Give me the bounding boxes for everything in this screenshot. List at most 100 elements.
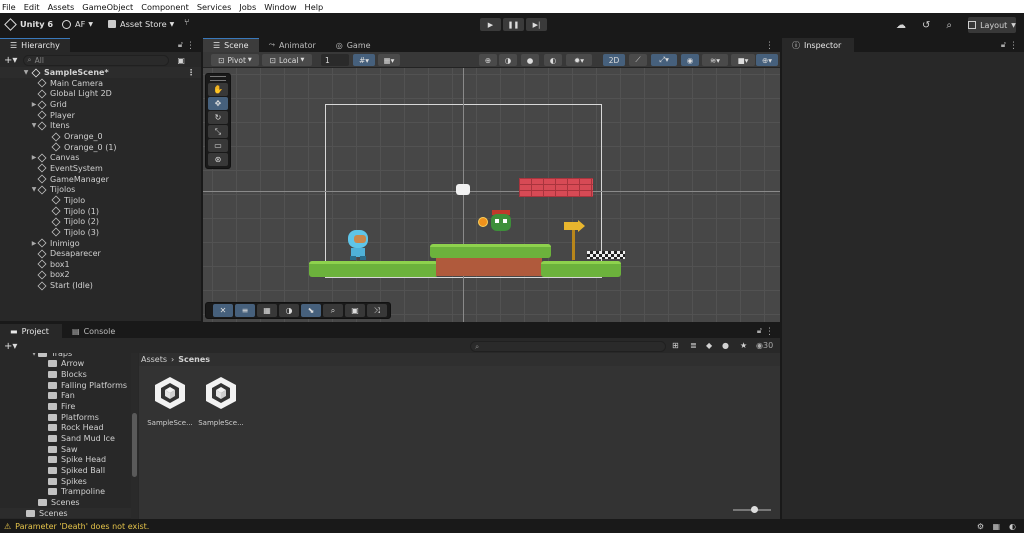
scene-header-row[interactable]: ▼ SampleScene* ⋮	[0, 67, 201, 78]
shaded-mode-button[interactable]: ◑	[499, 54, 517, 66]
asset-store-dropdown[interactable]: Asset Store ▼	[108, 19, 174, 29]
gizmo-tools-dropdown[interactable]: ⤢▾	[651, 54, 677, 66]
more-options-icon[interactable]: ⋮	[187, 68, 195, 77]
overlay-drag-handle[interactable]	[210, 76, 226, 81]
visibility-toggle[interactable]: ◉	[681, 54, 699, 66]
hierarchy-item[interactable]: box2	[0, 270, 70, 281]
lock-icon[interactable]: 🔓︎	[757, 326, 762, 336]
rotate-tool[interactable]: ↻	[208, 111, 228, 124]
status-bar[interactable]: ⚠ Parameter 'Death' does not exist. ⚙ ▦ …	[0, 519, 1024, 533]
expand-arrow-icon[interactable]: ▼	[30, 353, 38, 357]
filter-icon[interactable]: ●	[722, 341, 729, 350]
tile-tool-8[interactable]: ⤨	[367, 304, 387, 317]
hierarchy-item[interactable]: ▼ Tijolos	[0, 185, 75, 196]
more-options-icon[interactable]: ⋮	[765, 41, 774, 51]
breadcrumb-scenes[interactable]: Scenes	[178, 355, 210, 364]
tab-project[interactable]: ▬ Project	[0, 324, 62, 338]
move-tool[interactable]: ✥	[208, 97, 228, 110]
hierarchy-item[interactable]: Tijolo (2)	[0, 216, 99, 227]
cloud-icon[interactable]: ☁	[896, 20, 906, 31]
hierarchy-item[interactable]: Tijolo	[0, 195, 85, 206]
account-dropdown[interactable]: AF ▼	[62, 19, 93, 29]
tile-tool-7[interactable]: ▣	[345, 304, 365, 317]
hierarchy-item[interactable]: Orange_0	[0, 131, 103, 142]
version-control-icon[interactable]: ⑂	[184, 18, 189, 28]
project-tree-item[interactable]: Fan	[0, 391, 75, 402]
progress-icon[interactable]: ◐	[1009, 522, 1016, 531]
tile-tool-1[interactable]: ✕	[213, 304, 233, 317]
add-button[interactable]: +▾	[4, 55, 17, 66]
add-button[interactable]: +▾	[4, 341, 17, 352]
menu-item-gameobject[interactable]: GameObject	[82, 2, 133, 12]
tile-tool-3[interactable]: ▦	[257, 304, 277, 317]
pause-button[interactable]: ❚❚	[503, 18, 524, 31]
local-dropdown[interactable]: ⊡ Local ▼	[262, 54, 312, 66]
search-by-label-icon[interactable]: ≣	[690, 341, 697, 350]
asset-item[interactable]: SampleSce...	[144, 375, 196, 427]
expand-arrow-icon[interactable]: ▼	[22, 69, 30, 76]
hierarchy-item[interactable]: GameManager	[0, 174, 109, 185]
tab-animator[interactable]: ⤳ Animator	[259, 38, 326, 52]
step-button[interactable]: ▶|	[526, 18, 547, 31]
project-tree-item[interactable]: Rock Head	[0, 423, 104, 434]
zoom-slider[interactable]	[733, 506, 771, 513]
tab-inspector[interactable]: ⓘ Inspector	[782, 38, 854, 52]
search-by-type-icon[interactable]: ⊞	[672, 341, 679, 350]
hierarchy-item[interactable]: ▶ Canvas	[0, 153, 79, 164]
effects-dropdown[interactable]: ✹▾	[566, 54, 592, 66]
hierarchy-item[interactable]: EventSystem	[0, 163, 103, 174]
project-tree-item[interactable]: Blocks	[0, 369, 87, 380]
lock-icon[interactable]: 🔓︎	[178, 40, 183, 50]
audio-toggle[interactable]: ◐	[544, 54, 562, 66]
tab-game[interactable]: ◎ Game	[326, 38, 381, 52]
menu-item-window[interactable]: Window	[264, 2, 296, 12]
tile-tool-5[interactable]: ⬊	[301, 304, 321, 317]
tab-scene[interactable]: ☰ Scene	[203, 38, 259, 52]
tab-console[interactable]: ▤ Console	[62, 324, 125, 338]
snap-increment-input[interactable]: 1	[321, 54, 349, 66]
hierarchy-search-input[interactable]: ⌕ All	[23, 54, 170, 66]
transform-tool[interactable]: ⊛	[208, 153, 228, 166]
search-icon[interactable]: ⌕	[946, 20, 952, 31]
layout-dropdown[interactable]: Layout ▼	[968, 17, 1016, 33]
hierarchy-item[interactable]: box1	[0, 259, 70, 270]
more-options-icon[interactable]: ⋮	[765, 327, 774, 337]
more-options-icon[interactable]: ⋮	[1009, 41, 1018, 51]
project-tree-item[interactable]: Trampoline	[0, 486, 105, 497]
project-tree-item[interactable]: Arrow	[0, 359, 84, 370]
menu-item-jobs[interactable]: Jobs	[239, 2, 256, 12]
increment-snap-button[interactable]: ▦▾	[378, 54, 400, 66]
grid-snapping-button[interactable]: #▾	[353, 54, 375, 66]
project-tree-item[interactable]: Spike Head	[0, 455, 106, 466]
hierarchy-item[interactable]: ▼ Itens	[0, 121, 70, 132]
tree-scrollbar[interactable]	[131, 353, 138, 519]
camera-dropdown[interactable]: ■▾	[731, 54, 755, 66]
project-tree-item[interactable]: Spikes	[0, 476, 87, 487]
history-icon[interactable]: ↺	[922, 20, 930, 31]
project-tree-item[interactable]: Saw	[0, 444, 78, 455]
project-tree-item[interactable]: Spiked Ball	[0, 465, 105, 476]
more-options-icon[interactable]: ⋮	[186, 41, 195, 51]
scene-viewport[interactable]: ✋ ✥ ↻ ⤡ ▭ ⊛ ✕ ≡ ▦ ◑ ⬊ ⌕ ▣ ⤨	[203, 68, 780, 322]
tab-hierarchy[interactable]: ☰ Hierarchy	[0, 38, 70, 52]
draw-mode-button[interactable]: ⊕	[479, 54, 497, 66]
scale-tool[interactable]: ⤡	[208, 125, 228, 138]
project-search-input[interactable]: ⌕	[470, 341, 666, 352]
hierarchy-item[interactable]: Player	[0, 110, 75, 121]
star-icon[interactable]: ★	[740, 341, 747, 350]
gizmos-dropdown[interactable]: ⊕▾	[756, 54, 778, 66]
project-tree-item[interactable]: Falling Platforms	[0, 380, 127, 391]
project-tree-item[interactable]: Platforms	[0, 412, 99, 423]
mode-2d-toggle[interactable]: 2D	[603, 54, 625, 66]
scene-lighting-button[interactable]: ⟋	[629, 54, 647, 66]
pivot-dropdown[interactable]: ⊡ Pivot ▼	[211, 54, 259, 66]
asset-item[interactable]: SampleSce...	[195, 375, 247, 427]
tile-tool-2[interactable]: ≡	[235, 304, 255, 317]
layers-dropdown[interactable]: ≋▾	[702, 54, 728, 66]
hierarchy-item[interactable]: Desaparecer	[0, 248, 101, 259]
hierarchy-item[interactable]: Tijolo (1)	[0, 206, 99, 217]
debug-icon[interactable]: ⚙	[977, 522, 984, 531]
menu-item-help[interactable]: Help	[305, 2, 324, 12]
breadcrumb-assets[interactable]: Assets	[141, 355, 167, 364]
project-tree-item[interactable]: Scenes	[0, 507, 131, 519]
